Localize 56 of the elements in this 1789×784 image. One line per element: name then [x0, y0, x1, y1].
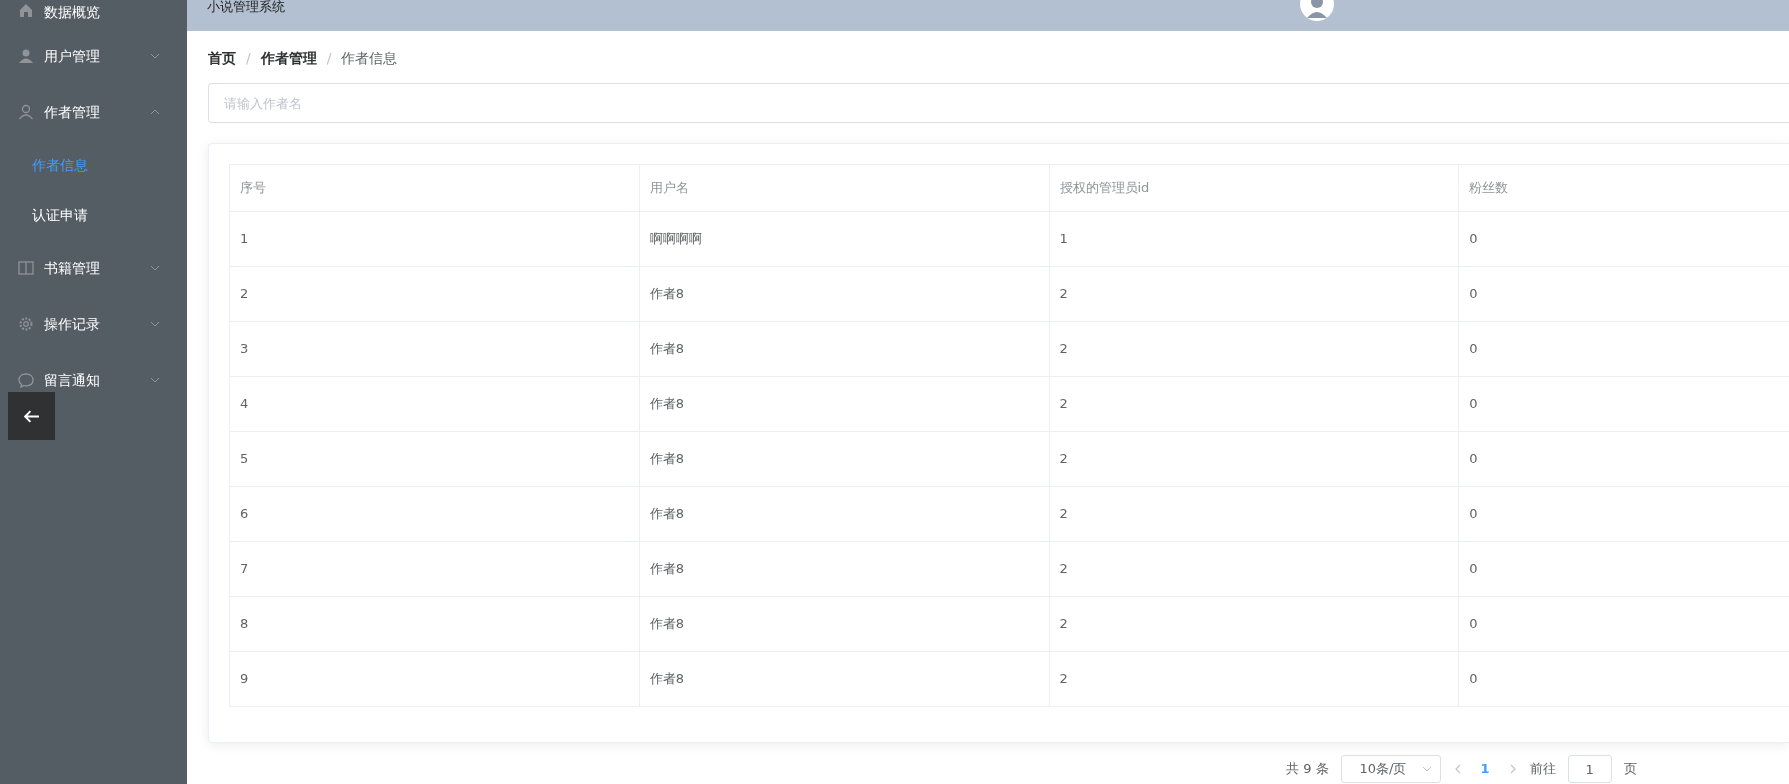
page-unit: 页 [1623, 760, 1637, 779]
sidebar-item[interactable]: 作者管理 [0, 84, 187, 140]
table-cell: 2 [1049, 376, 1459, 432]
table-cell: 作者8 [639, 486, 1049, 542]
table-cell: 啊啊啊啊 [639, 211, 1049, 267]
breadcrumb-separator: / [246, 48, 251, 68]
app-title: 小说管理系统 [207, 0, 285, 14]
book-icon [18, 260, 34, 276]
table-cell: 6 [229, 486, 640, 542]
sidebar-item[interactable]: 留言通知 [0, 352, 187, 408]
table-cell: 2 [1049, 266, 1459, 322]
back-button[interactable] [8, 392, 55, 440]
search-field[interactable]: 请输入作者名 [208, 83, 1789, 123]
table-cell: 5 [229, 431, 640, 487]
column-header: 序号 [229, 164, 640, 212]
table-cell: 3 [229, 321, 640, 377]
table-cell: 作者8 [639, 321, 1049, 377]
gear-icon [18, 316, 34, 332]
table-cell: 作者8 [639, 541, 1049, 597]
table-cell: 2 [1049, 321, 1459, 377]
table-cell: 2 [1049, 486, 1459, 542]
table-cell: 作者8 [639, 376, 1049, 432]
sidebar-item[interactable]: 数据概览 [0, 0, 187, 28]
sidebar-item[interactable]: 操作记录 [0, 296, 187, 352]
table-cell: 2 [1049, 541, 1459, 597]
goto-label: 前往 [1529, 760, 1556, 779]
table-cell: 4 [229, 376, 640, 432]
user-icon [18, 48, 34, 64]
table-cell: 作者8 [639, 266, 1049, 322]
table-cell: 2 [1049, 596, 1459, 652]
breadcrumb-link[interactable]: 首页 [208, 47, 236, 69]
chat-icon [18, 372, 34, 388]
table-cell: 作者8 [639, 431, 1049, 487]
breadcrumb-link[interactable]: 作者管理 [260, 47, 317, 69]
column-header: 用户名 [639, 164, 1049, 212]
table-cell: 8 [229, 596, 640, 652]
home-icon [18, 2, 34, 18]
table-cell: 作者8 [639, 596, 1049, 652]
user-icon [18, 104, 34, 120]
table-cell: 1 [229, 211, 640, 267]
column-header: 授权的管理员id [1049, 164, 1459, 212]
table-cell: 作者8 [639, 651, 1049, 707]
column-header: 粉丝数 [1458, 164, 1789, 212]
total-count: 共 9 条 [1286, 760, 1329, 779]
page-input[interactable]: 1 [1567, 755, 1612, 783]
table-cell: 2 [1049, 651, 1459, 707]
table-cell: 7 [229, 541, 640, 597]
table-cell: 1 [1049, 211, 1459, 267]
table-cell: 2 [229, 266, 640, 322]
table-cell: 9 [229, 651, 640, 707]
page-size-select[interactable]: 10条/页 [1340, 755, 1441, 783]
sidebar-item[interactable]: 用户管理 [0, 28, 187, 84]
avatar-icon[interactable] [1299, 0, 1335, 22]
table-cell: 2 [1049, 431, 1459, 487]
sidebar-item[interactable]: 书籍管理 [0, 240, 187, 296]
breadcrumb-separator: / [326, 48, 332, 68]
